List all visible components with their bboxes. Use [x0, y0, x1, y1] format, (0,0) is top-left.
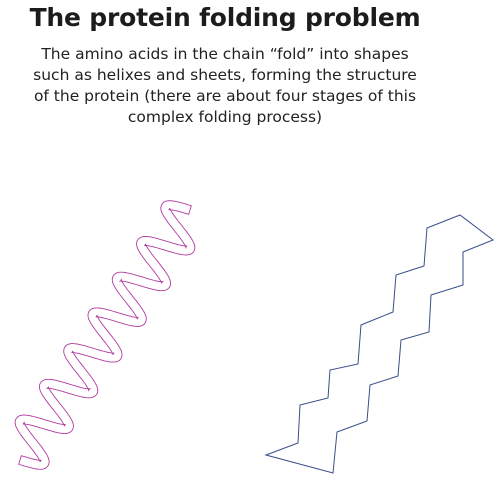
beta-sheet-shape	[264, 214, 495, 474]
helix-ribbon	[14, 200, 196, 470]
alpha-helix-shape	[14, 200, 196, 470]
protein-folding-illustration	[14, 200, 495, 474]
